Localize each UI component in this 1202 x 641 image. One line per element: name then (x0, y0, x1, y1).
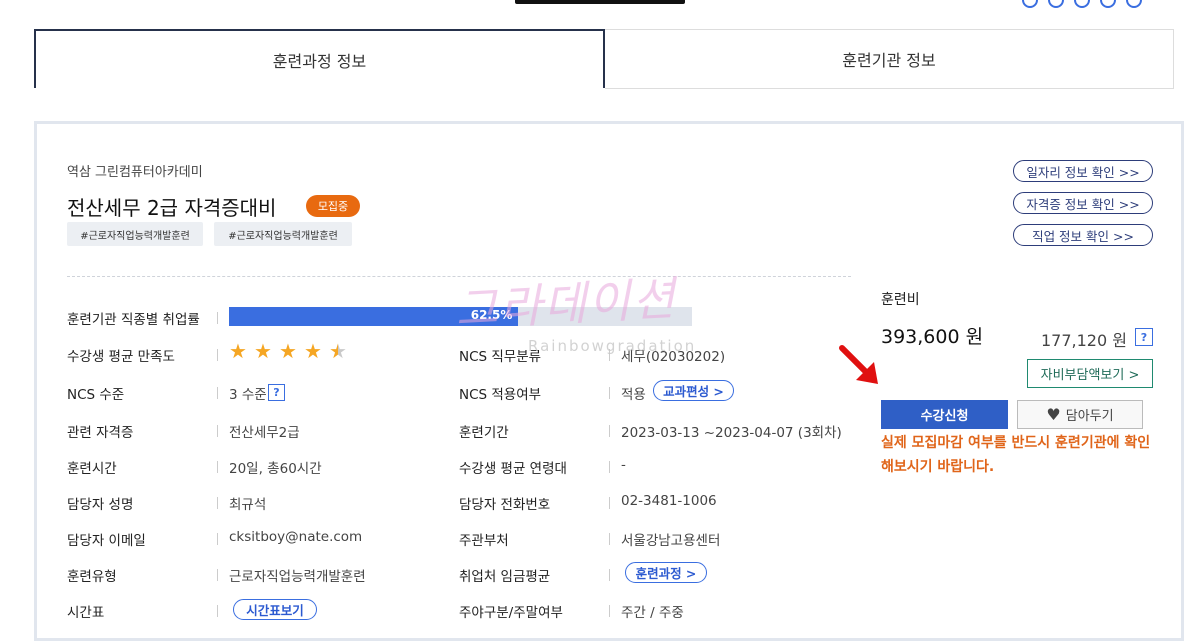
separator (609, 461, 610, 473)
red-arrow-icon (839, 345, 878, 384)
self-pay-amount: 177,120 원 (1041, 331, 1127, 350)
course-tag[interactable]: #근로자직업능력개발훈련 (214, 222, 352, 246)
circle-icon (1126, 0, 1142, 8)
job-info-link[interactable]: 일자리 정보 확인 >> (1013, 160, 1153, 182)
separator (609, 497, 610, 509)
period-label: 훈련기간 (459, 425, 509, 441)
status-badge: 모집중 (306, 195, 360, 217)
top-header-cutoff (0, 0, 1202, 8)
star-icon: ★ (254, 339, 272, 363)
header-icons-cutoff (1022, 0, 1152, 12)
watermark-sub: Rainbowgradation (528, 337, 697, 355)
star-icon: ★ (229, 339, 247, 363)
ncs-level-label: NCS 수준 (67, 387, 125, 403)
separator (217, 349, 218, 361)
employment-rate-label: 훈련기관 직종별 취업률 (67, 312, 200, 328)
ncs-level-value: 3 수준 (229, 387, 267, 403)
course-tag[interactable]: #근로자직업능력개발훈련 (67, 222, 203, 246)
satisfaction-label: 수강생 평균 만족도 (67, 349, 175, 365)
notice-text: 실제 모집마감 여부를 반드시 훈련기관에 확인해보시기 바랍니다. (881, 435, 1151, 475)
fee-label: 훈련비 (881, 292, 920, 308)
heart-icon: ♥ (1046, 405, 1061, 424)
separator (217, 497, 218, 509)
separator (609, 387, 610, 399)
daynight-value: 주간 / 주중 (621, 605, 684, 621)
cert-info-link[interactable]: 자격증 정보 확인 >> (1013, 192, 1153, 214)
manager-label: 담당자 성명 (67, 497, 134, 513)
separator (217, 533, 218, 545)
separator (217, 569, 218, 581)
institution-name: 역삼 그린컴퓨터아카데미 (67, 165, 203, 180)
star-icon: ★ (304, 339, 322, 363)
circle-icon (1074, 0, 1090, 8)
tab-course-info[interactable]: 훈련과정 정보 (34, 29, 605, 88)
phone-label: 담당자 전화번호 (459, 497, 551, 513)
circle-icon (1048, 0, 1064, 8)
circle-icon (1022, 0, 1038, 8)
age-label: 수강생 평균 연령대 (459, 461, 567, 477)
schedule-label: 시간표 (67, 605, 105, 621)
phone-value: 02-3481-1006 (621, 493, 717, 509)
header-title-cutoff (515, 0, 685, 4)
curriculum-button[interactable]: 교과편성 > (653, 380, 734, 401)
cert-label: 관련 자격증 (67, 425, 134, 441)
ncs-apply-label: NCS 적용여부 (459, 387, 542, 403)
hours-label: 훈련시간 (67, 461, 117, 477)
manager-value: 최규석 (229, 497, 267, 513)
save-button[interactable]: ♥ 담아두기 (1017, 400, 1143, 429)
separator (609, 569, 610, 581)
watermark-logo: 그라데이션 (453, 271, 679, 337)
apply-button[interactable]: 수강신청 (881, 400, 1008, 429)
ncs-apply-value: 적용 (621, 387, 646, 403)
fee-amount: 393,600 원 (881, 326, 984, 348)
help-icon[interactable]: ? (1135, 328, 1153, 346)
daynight-label: 주야구분/주말여부 (459, 605, 563, 621)
star-icon: ★ (329, 339, 347, 363)
self-pay-button[interactable]: 자비부담액보기 > (1027, 359, 1153, 388)
type-label: 훈련유형 (67, 569, 117, 585)
email-label: 담당자 이메일 (67, 533, 146, 549)
type-value: 근로자직업능력개발훈련 (229, 569, 366, 585)
schedule-button[interactable]: 시간표보기 (233, 599, 317, 620)
tab-institution-info[interactable]: 훈련기관 정보 (605, 29, 1174, 89)
separator (217, 387, 218, 399)
age-value: - (621, 457, 626, 473)
hours-value: 20일, 총60시간 (229, 461, 322, 477)
wage-label: 취업처 임금평균 (459, 569, 551, 585)
circle-icon (1100, 0, 1116, 8)
occupation-info-link[interactable]: 직업 정보 확인 >> (1013, 224, 1153, 246)
help-icon[interactable]: ? (268, 384, 285, 401)
separator (609, 605, 610, 617)
separator (217, 461, 218, 473)
dept-label: 주관부처 (459, 533, 509, 549)
cert-value: 전산세무2급 (229, 425, 300, 441)
separator (217, 605, 218, 617)
wage-course-button[interactable]: 훈련과정 > (625, 562, 707, 583)
separator (609, 425, 610, 437)
dept-value: 서울강남고용센터 (621, 533, 721, 549)
separator (217, 312, 218, 324)
save-label: 담아두기 (1065, 409, 1114, 424)
separator (609, 533, 610, 545)
period-value: 2023-03-13 ~2023-04-07 (3회차) (621, 425, 842, 441)
separator (217, 425, 218, 437)
course-title: 전산세무 2급 자격증대비 (67, 196, 277, 220)
star-icon: ★ (279, 339, 297, 363)
email-value: cksitboy@nate.com (229, 529, 363, 545)
